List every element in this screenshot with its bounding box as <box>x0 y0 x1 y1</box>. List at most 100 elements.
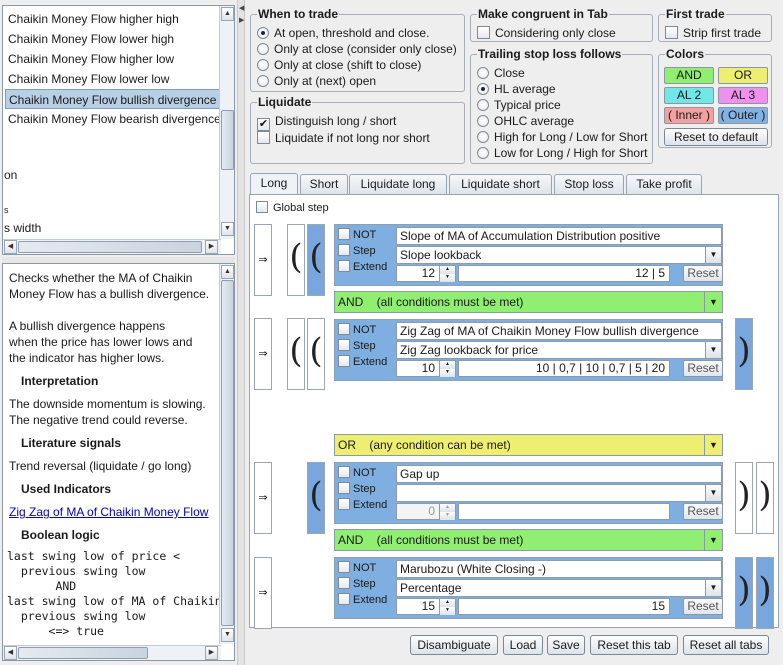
not-checkbox[interactable]: NOT <box>338 561 376 576</box>
indicator-list[interactable]: Chaikin Money Flow higher high Chaikin M… <box>2 5 235 255</box>
global-step-checkbox[interactable]: Global step <box>256 200 329 216</box>
not-checkbox[interactable]: NOT <box>338 323 376 338</box>
checkbox-icon[interactable] <box>338 323 350 335</box>
close-paren-inner[interactable]: ) <box>735 557 753 629</box>
scroll-thumb[interactable] <box>221 280 234 626</box>
checkbox-icon[interactable] <box>477 26 490 39</box>
combiner-or-select[interactable]: OR (any condition can be met) ▼ <box>334 434 723 456</box>
tab-liquidate-short[interactable]: Liquidate short <box>449 174 552 194</box>
reset-parameters-button[interactable]: Reset <box>683 360 723 377</box>
spinner-up-icon[interactable]: ▲ <box>439 599 455 607</box>
checkbox-icon[interactable] <box>338 244 350 256</box>
checkbox-icon[interactable] <box>665 26 678 39</box>
checkbox-icon[interactable] <box>338 482 350 494</box>
list-item-partial[interactable]: s <box>4 202 9 218</box>
strip-first-trade-checkbox[interactable]: Strip first trade <box>665 25 761 41</box>
trailing-option-high-long[interactable]: High for Long / Low for Short <box>477 129 647 145</box>
list-horizontal-scrollbar[interactable]: ◀ ▶ <box>3 239 221 254</box>
scroll-down-arrow-icon[interactable]: ▼ <box>221 222 234 236</box>
collapse-left-icon[interactable]: ◀ <box>239 4 244 12</box>
parameter-values[interactable]: 10 | 0,7 | 10 | 0,7 | 5 | 20 <box>458 360 670 377</box>
reset-parameters-button[interactable]: Reset <box>683 503 723 520</box>
scroll-right-arrow-icon[interactable]: ▶ <box>205 646 218 660</box>
extend-checkbox[interactable]: Extend <box>338 593 387 608</box>
list-item[interactable]: Chaikin Money Flow bearish divergence <box>5 109 221 129</box>
color-inner-button[interactable]: ( Inner ) <box>664 107 714 124</box>
parameter-values[interactable]: 12 | 5 <box>458 265 670 282</box>
chevron-down-icon[interactable]: ▼ <box>704 530 722 550</box>
radio-icon[interactable] <box>477 147 489 159</box>
scroll-thumb[interactable] <box>18 647 148 659</box>
list-item-partial[interactable]: on <box>4 167 17 183</box>
scroll-down-arrow-icon[interactable]: ▼ <box>221 628 234 642</box>
checkbox-icon[interactable] <box>338 561 350 573</box>
condition-title[interactable]: Zig Zag of MA of Chaikin Money Flow bull… <box>396 322 722 340</box>
checkbox-icon[interactable] <box>338 355 350 367</box>
combiner-and-select[interactable]: AND (all conditions must be met) ▼ <box>334 529 723 551</box>
scroll-up-arrow-icon[interactable]: ▲ <box>221 7 234 21</box>
color-outer-button[interactable]: ( Outer ) <box>718 107 768 124</box>
condition-title[interactable]: Marubozu (White Closing -) <box>396 560 722 578</box>
load-button[interactable]: Load <box>503 635 543 655</box>
tab-short[interactable]: Short <box>300 174 348 194</box>
scroll-thumb[interactable] <box>18 241 202 253</box>
scroll-thumb[interactable] <box>221 110 234 170</box>
when-option-close-consider[interactable]: Only at close (consider only close) <box>257 41 457 57</box>
step-checkbox[interactable]: Step <box>338 244 376 259</box>
condition-title[interactable]: Slope of MA of Accumulation Distribution… <box>396 227 722 245</box>
scroll-up-arrow-icon[interactable]: ▲ <box>221 265 234 279</box>
parameter-values[interactable] <box>458 503 670 520</box>
liquidate-if-not-long-checkbox[interactable]: Liquidate if not long nor short <box>257 130 430 146</box>
close-paren-inner[interactable]: ) <box>735 462 753 534</box>
radio-icon[interactable] <box>257 75 269 87</box>
checkbox-icon[interactable] <box>338 260 350 272</box>
checkbox-icon[interactable] <box>338 339 350 351</box>
radio-icon[interactable] <box>257 59 269 71</box>
list-vertical-scrollbar[interactable]: ▲ ▼ <box>219 6 234 239</box>
list-item-partial[interactable]: s width <box>4 220 41 236</box>
considering-only-close-checkbox[interactable]: Considering only close <box>477 25 616 41</box>
open-paren-inner[interactable]: ( <box>307 318 325 390</box>
parameter-spinner[interactable]: 0 ▲ ▼ <box>396 503 456 520</box>
spinner-up-icon[interactable]: ▲ <box>439 266 455 274</box>
when-option-next-open[interactable]: Only at (next) open <box>257 73 376 89</box>
reset-parameters-button[interactable]: Reset <box>683 265 723 282</box>
spinner-down-icon[interactable]: ▼ <box>439 607 455 615</box>
reset-colors-button[interactable]: Reset to default <box>664 128 768 146</box>
spinner-down-icon[interactable]: ▼ <box>439 369 455 377</box>
checkbox-icon[interactable] <box>338 466 350 478</box>
open-paren-outer[interactable]: ( <box>287 318 305 390</box>
parameter-spinner[interactable]: 10 ▲ ▼ <box>396 360 456 377</box>
parameter-values[interactable]: 15 <box>458 598 670 615</box>
chevron-down-icon[interactable]: ▼ <box>705 580 721 596</box>
not-checkbox[interactable]: NOT <box>338 228 376 243</box>
radio-icon[interactable] <box>477 115 489 127</box>
trailing-option-low-long[interactable]: Low for Long / High for Short <box>477 145 647 161</box>
trailing-option-typical[interactable]: Typical price <box>477 97 561 113</box>
open-paren-outer[interactable]: ( <box>287 224 305 296</box>
checkbox-icon[interactable] <box>257 131 270 144</box>
radio-icon[interactable] <box>257 43 269 55</box>
when-option-open-threshold-close[interactable]: At open, threshold and close. <box>257 25 429 41</box>
open-paren-inner[interactable]: ( <box>307 462 325 534</box>
extend-checkbox[interactable]: Extend <box>338 355 387 370</box>
chevron-down-icon[interactable]: ▼ <box>704 292 722 312</box>
reset-parameters-button[interactable]: Reset <box>683 598 723 615</box>
step-checkbox[interactable]: Step <box>338 577 376 592</box>
vertical-splitter[interactable]: ◀ ▶ <box>237 0 245 665</box>
tab-take-profit[interactable]: Take profit <box>626 174 702 194</box>
list-item[interactable]: Chaikin Money Flow higher low <box>5 49 221 69</box>
radio-icon[interactable] <box>477 131 489 143</box>
parameter-select[interactable]: Percentage ▼ <box>396 579 722 597</box>
tab-liquidate-long[interactable]: Liquidate long <box>349 174 447 194</box>
spinner-up-icon[interactable]: ▲ <box>439 504 455 512</box>
step-checkbox[interactable]: Step <box>338 482 376 497</box>
list-item-selected[interactable]: Chaikin Money Flow bullish divergence <box>5 89 221 109</box>
color-al3-button[interactable]: AL 3 <box>718 87 768 104</box>
distinguish-long-short-checkbox[interactable]: ✔ Distinguish long / short <box>257 113 396 131</box>
checkbox-icon[interactable] <box>256 201 268 213</box>
list-item[interactable]: Chaikin Money Flow lower high <box>5 29 221 49</box>
scroll-right-arrow-icon[interactable]: ▶ <box>205 240 218 254</box>
color-al2-button[interactable]: AL 2 <box>664 87 714 104</box>
save-button[interactable]: Save <box>547 635 585 655</box>
